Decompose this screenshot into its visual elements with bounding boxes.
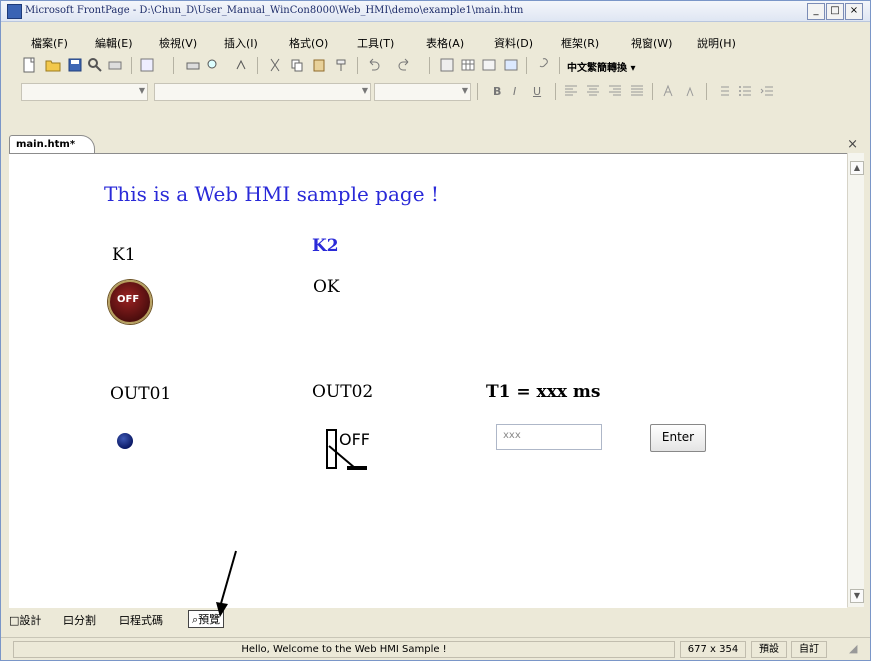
tab-code[interactable]: 曰程式碼: [119, 612, 163, 628]
k1-label: K1: [112, 245, 136, 265]
arrow-pointer-icon: [216, 550, 237, 617]
out01-label: OUT01: [110, 384, 172, 404]
standard-toolbar: 中文繁簡轉換 ▾: [9, 53, 859, 77]
hyperlink-icon[interactable]: [535, 57, 551, 73]
t1-input-value: xxx: [503, 430, 521, 441]
align-right-icon[interactable]: [607, 83, 623, 99]
paste-icon[interactable]: [311, 57, 327, 73]
redo-icon[interactable]: [397, 57, 413, 73]
ok-status: OK: [313, 277, 340, 297]
style-combo[interactable]: ▼: [21, 83, 148, 101]
scroll-down-icon[interactable]: ▼: [850, 589, 864, 603]
frontpage-icon: [7, 4, 22, 19]
print-icon[interactable]: [185, 57, 201, 73]
menu-tools[interactable]: 工具(T): [357, 35, 394, 51]
vertical-scrollbar[interactable]: ▲ ▼: [847, 153, 864, 607]
insert-table-icon[interactable]: [460, 57, 476, 73]
tab-main-htm[interactable]: main.htm*: [9, 135, 95, 154]
font-shrink-icon[interactable]: [683, 83, 699, 99]
enter-button[interactable]: Enter: [650, 424, 706, 452]
status-bar: Hello, Welcome to the Web HMI Sample ! 6…: [1, 637, 870, 660]
font-grow-icon[interactable]: [661, 83, 677, 99]
publish-icon[interactable]: [107, 57, 123, 73]
title-bar: Microsoft FrontPage - D:\Chun_D\User_Man…: [1, 1, 870, 22]
search-icon[interactable]: [87, 57, 103, 73]
menu-help[interactable]: 說明(H): [697, 35, 736, 51]
open-folder-icon[interactable]: [45, 57, 61, 73]
out02-switch[interactable]: OFF: [319, 426, 389, 476]
menu-insert[interactable]: 插入(I): [224, 35, 258, 51]
resize-grip-icon[interactable]: ◢: [849, 642, 857, 655]
preview-icon[interactable]: [205, 57, 221, 73]
new-page-icon[interactable]: [21, 57, 37, 73]
view-tabs: □設計 曰分割 曰程式碼 ⌕預覽: [9, 609, 861, 631]
menu-format[interactable]: 格式(O): [289, 35, 328, 51]
tab-label: main.htm*: [16, 139, 76, 150]
close-document-icon[interactable]: ×: [847, 137, 858, 152]
toggle-pane-icon[interactable]: [139, 57, 155, 73]
frontpage-window: Microsoft FrontPage - D:\Chun_D\User_Man…: [0, 0, 871, 661]
justify-icon[interactable]: [629, 83, 645, 99]
copy-icon[interactable]: [289, 57, 305, 73]
insert-picture-icon[interactable]: [503, 57, 519, 73]
default-mode[interactable]: 預設: [751, 641, 787, 658]
menu-frames[interactable]: 框架(R): [561, 35, 599, 51]
page-size: 677 x 354: [680, 641, 746, 658]
format-painter-icon[interactable]: [334, 57, 350, 73]
out02-label: OUT02: [312, 382, 374, 402]
menu-bar: 檔案(F) 編輯(E) 檢視(V) 插入(I) 格式(O) 工具(T) 表格(A…: [1, 31, 870, 51]
undo-icon[interactable]: [365, 57, 381, 73]
menu-table[interactable]: 表格(A): [426, 35, 464, 51]
page-title: This is a Web HMI sample page !: [104, 182, 439, 206]
switch-state-label: OFF: [339, 430, 370, 449]
cut-icon[interactable]: [267, 57, 283, 73]
design-canvas[interactable]: This is a Web HMI sample page ! K1 K2 OK…: [9, 153, 847, 608]
chevron-down-icon: ▼: [138, 86, 145, 95]
font-combo[interactable]: ▼: [154, 83, 371, 101]
indent-icon[interactable]: [759, 83, 775, 99]
chevron-down-icon: ▼: [361, 86, 368, 95]
scroll-up-icon[interactable]: ▲: [850, 161, 864, 175]
menu-edit[interactable]: 編輯(E): [95, 35, 133, 51]
insert-layer-icon[interactable]: [481, 57, 497, 73]
k2-label: K2: [312, 236, 339, 256]
menu-view[interactable]: 檢視(V): [159, 35, 197, 51]
menu-file[interactable]: 檔案(F): [31, 35, 68, 51]
window-title: Microsoft FrontPage - D:\Chun_D\User_Man…: [25, 5, 524, 16]
tab-split[interactable]: 曰分割: [63, 612, 96, 628]
menu-data[interactable]: 資料(D): [494, 35, 533, 51]
t1-input[interactable]: xxx: [496, 424, 602, 450]
font-size-combo[interactable]: ▼: [374, 83, 471, 101]
minimize-button[interactable]: _: [807, 3, 825, 20]
off-button-label: OFF: [117, 294, 140, 305]
bullets-icon[interactable]: [737, 83, 753, 99]
spelling-icon[interactable]: [234, 57, 250, 73]
custom-mode[interactable]: 自訂: [791, 641, 827, 658]
formatting-toolbar: ▼ ▼ ▼ B I U: [9, 79, 859, 103]
out01-indicator[interactable]: [117, 433, 133, 449]
underline-button[interactable]: U: [533, 85, 541, 98]
menu-window[interactable]: 視窗(W): [631, 35, 672, 51]
align-center-icon[interactable]: [585, 83, 601, 99]
chinese-conversion-button[interactable]: 中文繁簡轉換 ▾: [567, 59, 636, 74]
italic-button[interactable]: I: [513, 85, 516, 98]
align-left-icon[interactable]: [563, 83, 579, 99]
close-window-button[interactable]: ×: [845, 3, 863, 20]
tab-design[interactable]: □設計: [9, 612, 41, 628]
chevron-down-icon: ▼: [461, 86, 468, 95]
maximize-button[interactable]: □: [826, 3, 844, 20]
save-icon[interactable]: [67, 57, 83, 73]
off-button[interactable]: OFF: [108, 280, 152, 324]
status-message: Hello, Welcome to the Web HMI Sample !: [13, 641, 675, 658]
bold-button[interactable]: B: [493, 85, 501, 98]
web-component-icon[interactable]: [439, 57, 455, 73]
numbering-icon[interactable]: [715, 83, 731, 99]
t1-label: T1 = xxx ms: [486, 382, 601, 402]
